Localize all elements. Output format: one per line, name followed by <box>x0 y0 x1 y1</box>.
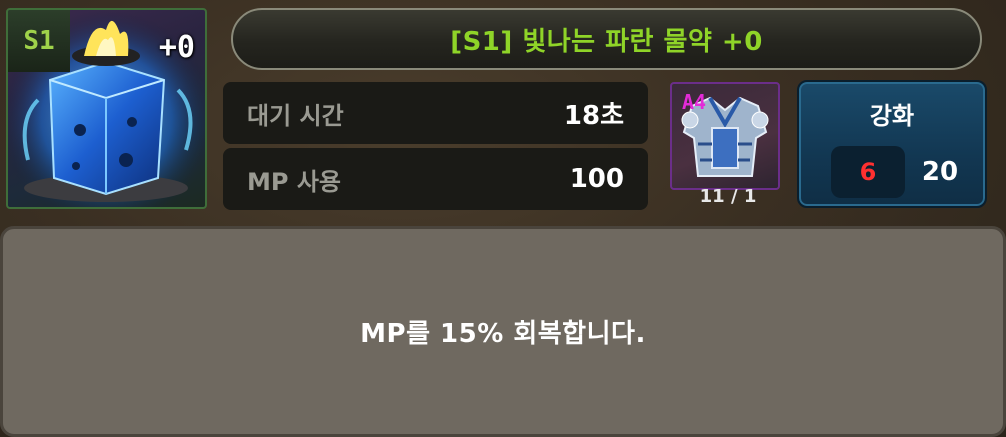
stat-cooldown-row: 대기 시간 18초 <box>223 82 648 144</box>
enhance-button[interactable]: 강화 6 20 <box>797 80 987 208</box>
equip-count: 11 / 1 <box>699 186 757 207</box>
item-icon-frame[interactable]: S1 +0 <box>6 8 207 209</box>
equip-material-slot[interactable]: A4 <box>670 82 780 190</box>
item-description-panel: MP를 15% 회복합니다. <box>0 226 1006 437</box>
stat-label: MP 사용 <box>247 167 341 196</box>
enhance-max-level: 20 <box>921 157 959 187</box>
enhance-current-level: 6 <box>831 146 905 198</box>
stat-value: 18초 <box>563 100 624 131</box>
item-grade-badge: S1 <box>8 10 70 72</box>
stat-label: 대기 시간 <box>247 101 344 130</box>
equip-grade-badge: A4 <box>682 90 707 114</box>
item-title: [S1] 빛나는 파란 물약 +0 <box>450 26 763 57</box>
item-enhance-badge: +0 <box>158 30 195 65</box>
stat-mp-cost-row: MP 사용 100 <box>223 148 648 210</box>
stat-value: 100 <box>569 164 624 194</box>
item-title-bar: [S1] 빛나는 파란 물약 +0 <box>231 8 982 70</box>
item-description: MP를 15% 회복합니다. <box>360 319 646 349</box>
enhance-label: 강화 <box>869 102 915 130</box>
